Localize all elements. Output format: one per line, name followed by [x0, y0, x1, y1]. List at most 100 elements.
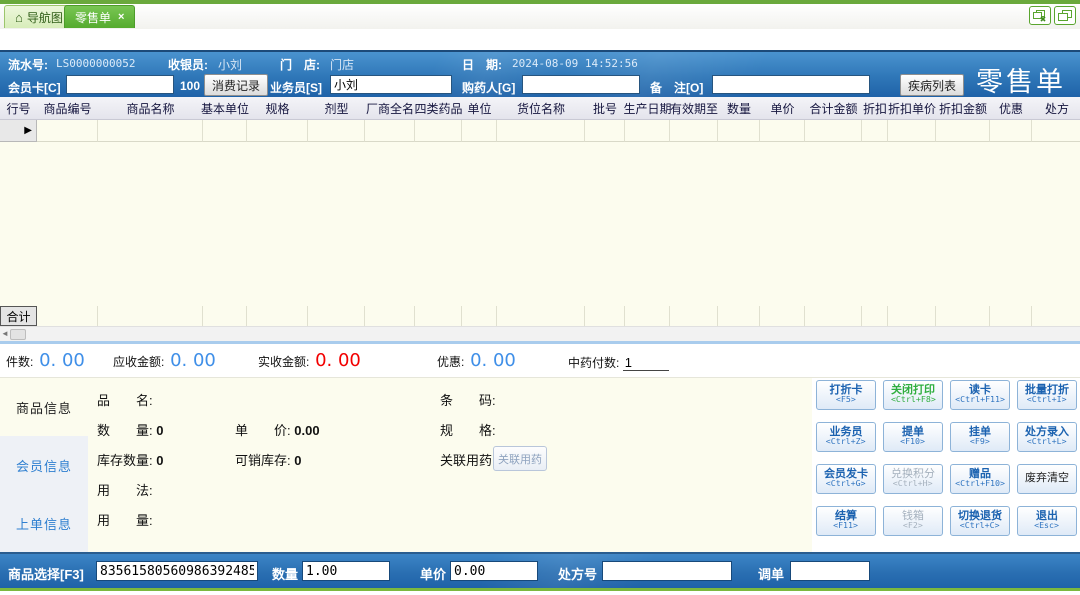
gift-button[interactable]: 赠品<Ctrl+F10> — [950, 464, 1010, 494]
toggle-return-button[interactable]: 切换退货<Ctrl+C> — [950, 506, 1010, 536]
member-card-issue-button[interactable]: 会员发卡<Ctrl+G> — [816, 464, 876, 494]
column-header-11[interactable]: 生产日期 — [625, 97, 670, 119]
items-grid-empty-row[interactable]: ▶ — [0, 120, 1080, 142]
entry-qty-input[interactable] — [302, 561, 390, 581]
column-header-20[interactable]: 处方 — [1032, 97, 1080, 119]
grid-cell[interactable] — [888, 120, 936, 142]
tab-member-info[interactable]: 会员信息 — [0, 436, 88, 494]
column-header-0[interactable]: 行号 — [0, 97, 37, 119]
horizontal-scrollbar[interactable]: ◄ — [0, 326, 1080, 341]
buyer-label: 购药人[G] — [462, 79, 515, 96]
column-header-15[interactable]: 合计金额 — [805, 97, 862, 119]
column-header-10[interactable]: 批号 — [585, 97, 625, 119]
grid-cell[interactable] — [585, 120, 625, 142]
column-header-12[interactable]: 有效期至 — [670, 97, 718, 119]
grid-cell[interactable] — [805, 120, 862, 142]
restore-windows-icon — [1058, 10, 1072, 22]
hold-order-button[interactable]: 挂单<F9> — [950, 422, 1010, 452]
column-header-13[interactable]: 数量 — [718, 97, 760, 119]
column-header-5[interactable]: 剂型 — [308, 97, 365, 119]
column-header-3[interactable]: 基本单位 — [203, 97, 247, 119]
row-indicator: ▶ — [0, 120, 37, 142]
note-input[interactable] — [712, 75, 870, 94]
grid-cell[interactable] — [415, 120, 462, 142]
grid-cell[interactable] — [365, 120, 415, 142]
consume-record-button[interactable]: 消费记录 — [204, 74, 268, 96]
grid-cell[interactable] — [1032, 120, 1080, 142]
column-header-8[interactable]: 单位 — [462, 97, 497, 119]
column-header-1[interactable]: 商品编号 — [37, 97, 98, 119]
action-label: 结算 — [835, 511, 857, 523]
unit-price-value: 0.00 — [294, 423, 319, 438]
grid-cell[interactable] — [98, 120, 203, 142]
column-header-9[interactable]: 货位名称 — [497, 97, 585, 119]
prescription-entry-button[interactable]: 处方录入<Ctrl+L> — [1017, 422, 1077, 452]
salesman-button[interactable]: 业务员<Ctrl+Z> — [816, 422, 876, 452]
column-header-2[interactable]: 商品名称 — [98, 97, 203, 119]
exit-button[interactable]: 退出<Esc> — [1017, 506, 1077, 536]
discard-clear-button[interactable]: 废弃清空 — [1017, 464, 1077, 494]
total-cell-empty — [462, 306, 497, 326]
buyer-input[interactable] — [522, 75, 640, 94]
column-header-6[interactable]: 厂商全名 — [365, 97, 415, 119]
grid-cell[interactable] — [462, 120, 497, 142]
scrollbar-thumb[interactable] — [10, 329, 26, 340]
grid-cell[interactable] — [862, 120, 888, 142]
read-card-button[interactable]: 读卡<Ctrl+F11> — [950, 380, 1010, 410]
restore-windows-button[interactable] — [1054, 6, 1076, 25]
column-header-16[interactable]: 折扣 — [862, 97, 888, 119]
product-select-input[interactable] — [96, 561, 258, 581]
tcm-doses-input[interactable]: 1 — [623, 355, 669, 371]
settle-button[interactable]: 结算<F11> — [816, 506, 876, 536]
close-icon[interactable]: × — [118, 11, 124, 23]
bottom-green-strip — [0, 588, 1080, 591]
pickup-order-button[interactable]: 提单<F10> — [883, 422, 943, 452]
grid-cell[interactable] — [247, 120, 308, 142]
column-header-19[interactable]: 优惠 — [990, 97, 1032, 119]
close-print-button[interactable]: 关闭打印<Ctrl+F8> — [883, 380, 943, 410]
related-medication-button[interactable]: 关联用药 — [493, 446, 547, 471]
product-info-fields: 品 名: 条 码: 数 量: 0 单 价: 0.00 规 格: 库存数量: 0 … — [88, 378, 810, 553]
grid-cell[interactable] — [308, 120, 365, 142]
grid-cell[interactable] — [936, 120, 990, 142]
grid-cell[interactable] — [760, 120, 805, 142]
column-header-4[interactable]: 规格 — [247, 97, 308, 119]
grid-cell[interactable] — [670, 120, 718, 142]
detail-tabs: 商品信息 会员信息 上单信息 — [0, 378, 88, 553]
column-header-18[interactable]: 折扣金额 — [936, 97, 990, 119]
grid-cell[interactable] — [990, 120, 1032, 142]
total-cell-empty — [308, 306, 365, 326]
entry-price-input[interactable] — [450, 561, 538, 581]
tab-product-info[interactable]: 商品信息 — [0, 378, 88, 436]
column-header-14[interactable]: 单价 — [760, 97, 805, 119]
action-shortcut: <F5> — [836, 396, 856, 405]
transfer-order-input[interactable] — [790, 561, 870, 581]
salesman-input[interactable] — [330, 75, 452, 94]
member-card-input[interactable] — [66, 75, 174, 94]
rx-number-input[interactable] — [602, 561, 732, 581]
batch-discount-button[interactable]: 批量打折<Ctrl+I> — [1017, 380, 1077, 410]
grid-cell[interactable] — [625, 120, 670, 142]
related-med-label: 关联用药: — [440, 453, 496, 468]
total-cell-empty — [1032, 306, 1080, 326]
action-label: 赠品 — [969, 469, 991, 481]
total-cell-empty — [365, 306, 415, 326]
order-header: 流水号: LS0000000052 收银员: 小刘 门 店: 门店 日 期: 2… — [0, 50, 1080, 97]
grid-cell[interactable] — [203, 120, 247, 142]
close-all-windows-button[interactable] — [1029, 6, 1051, 25]
grid-cell[interactable] — [37, 120, 98, 142]
action-label: 提单 — [902, 427, 924, 439]
column-header-7[interactable]: 四类药品 — [415, 97, 462, 119]
disease-list-button[interactable]: 疾病列表 — [900, 74, 964, 96]
action-label: 退出 — [1036, 511, 1058, 523]
summary-item: 应收金额: 0. 00 — [113, 350, 216, 371]
grid-cell[interactable] — [718, 120, 760, 142]
column-header-17[interactable]: 折扣单价 — [888, 97, 936, 119]
total-cell-empty — [862, 306, 888, 326]
discount-card-button[interactable]: 打折卡<F5> — [816, 380, 876, 410]
tab-retail-order[interactable]: 零售单 × — [64, 5, 135, 28]
action-shortcut: <Ctrl+F8> — [891, 396, 936, 405]
scroll-left-icon[interactable]: ◄ — [1, 329, 9, 338]
tab-last-order-info[interactable]: 上单信息 — [0, 494, 88, 552]
grid-cell[interactable] — [497, 120, 585, 142]
